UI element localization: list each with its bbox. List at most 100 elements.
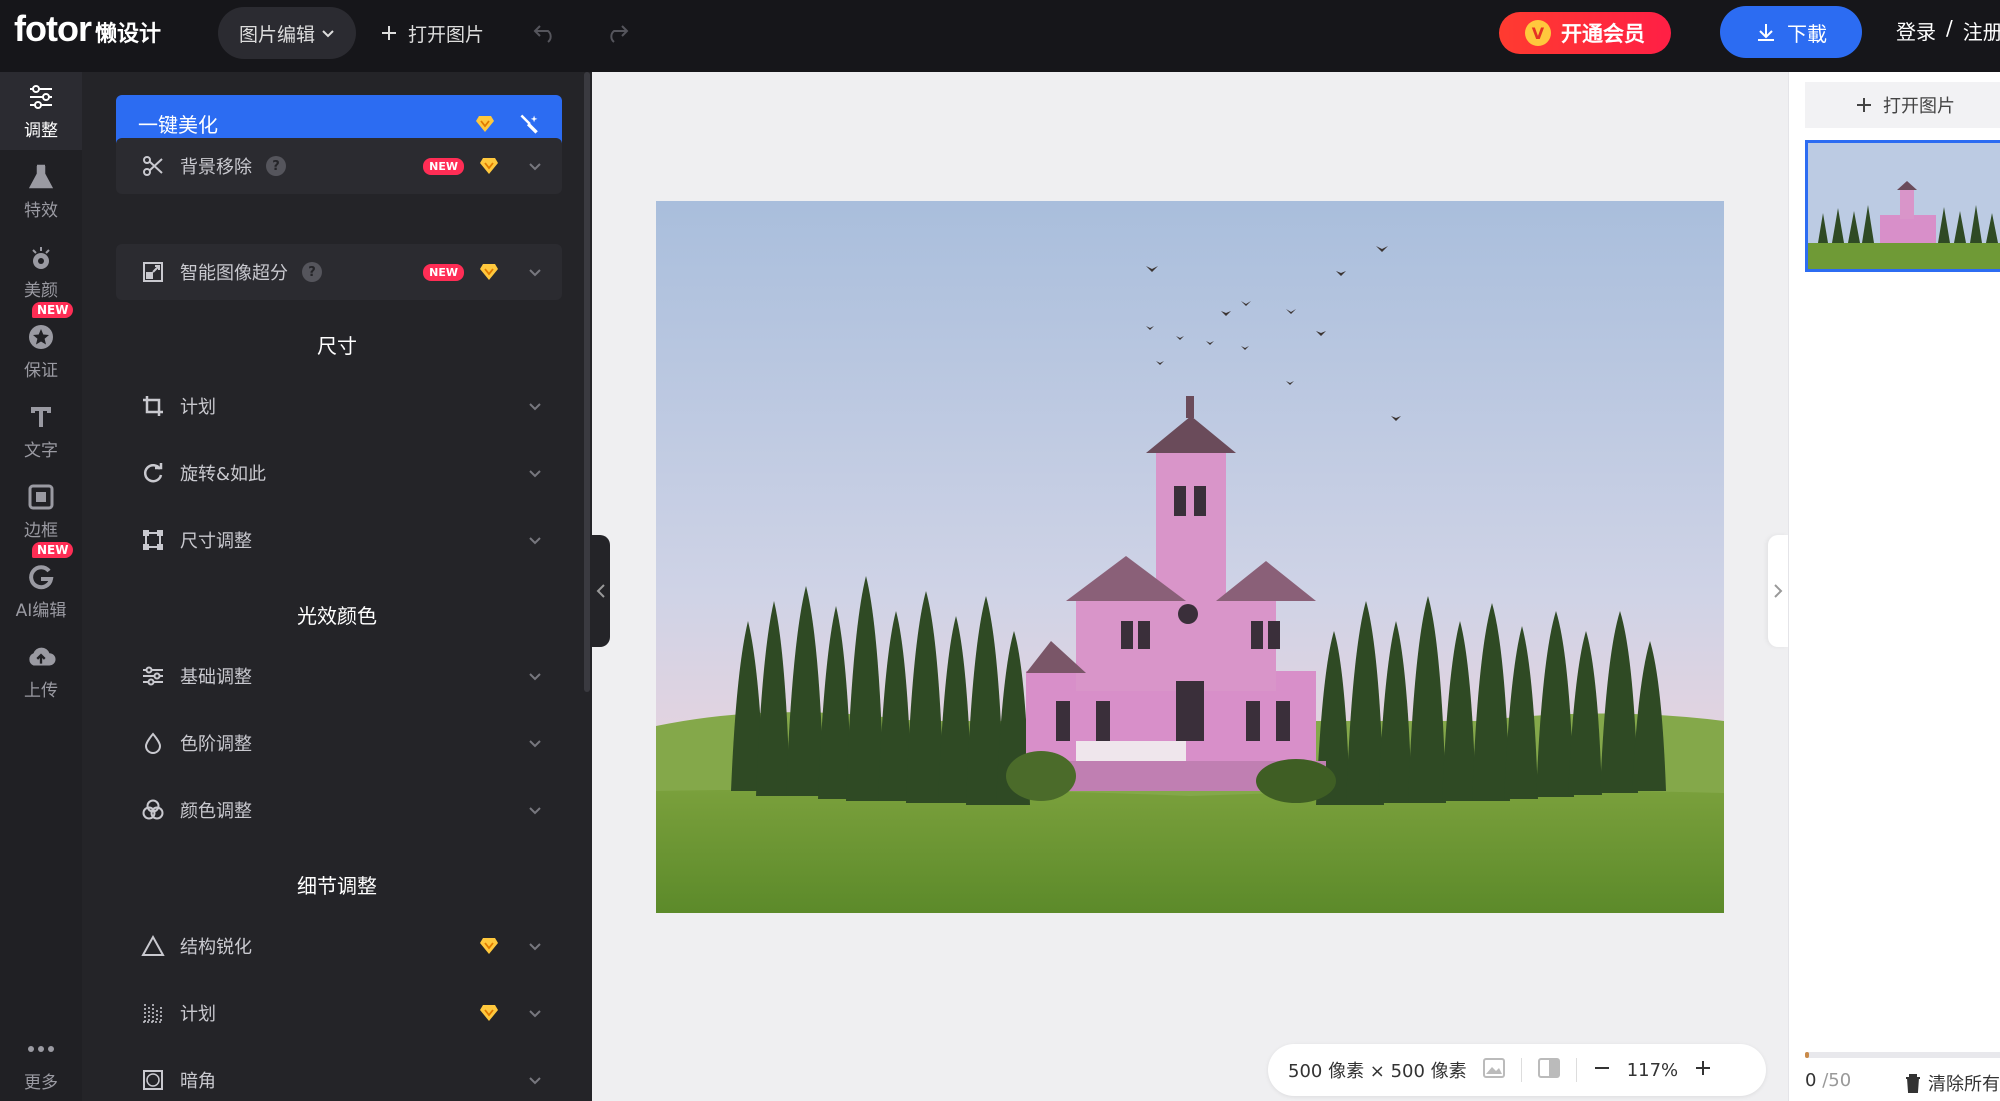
image-view-icon[interactable] xyxy=(1482,1057,1505,1083)
rail-item-adjust[interactable]: 调整 xyxy=(0,72,82,150)
login-link[interactable]: 登录 xyxy=(1896,16,1936,45)
chevron-down-icon xyxy=(526,937,544,955)
tool-row-rotate[interactable]: 旋转&如此 xyxy=(116,445,562,501)
frame-icon xyxy=(26,482,56,512)
undo-button[interactable] xyxy=(528,16,562,50)
open-image-button-right[interactable]: 打开图片 xyxy=(1805,82,2000,128)
image-count: 0 /50 xyxy=(1805,1070,1851,1091)
divider xyxy=(1520,1058,1522,1082)
left-tool-rail: 调整 特效 美颜 NEW 保证 文字 边框 NEW AI编辑 上传 更多 xyxy=(0,72,82,1101)
rail-item-frame[interactable]: 边框 xyxy=(0,472,82,550)
background-removal-label: 背景移除 xyxy=(180,157,252,178)
tool-label: 基础调整 xyxy=(180,667,252,688)
fotor-logo[interactable]: fotor 懒设计 xyxy=(14,8,161,56)
chevron-down-icon xyxy=(322,30,334,38)
auth-separator: / xyxy=(1946,16,1953,40)
tool-row-levels[interactable]: 色阶调整 xyxy=(116,715,562,771)
download-label: 下載 xyxy=(1787,21,1827,46)
new-badge: NEW xyxy=(32,542,74,558)
section-title-light-color: 光效颜色 xyxy=(297,604,377,628)
compare-icon[interactable] xyxy=(1537,1057,1560,1083)
chevron-down-icon xyxy=(526,1004,544,1022)
tool-row-vignette[interactable]: 暗角 xyxy=(116,1052,562,1101)
tool-label: 计划 xyxy=(180,397,216,418)
register-link[interactable]: 注册 xyxy=(1963,16,2000,45)
download-button[interactable]: 下載 xyxy=(1720,6,1862,58)
chevron-down-icon xyxy=(526,464,544,482)
triangle-icon xyxy=(140,933,166,959)
rail-item-beauty[interactable]: 美颜 xyxy=(0,232,82,310)
rail-item-upload[interactable]: 上传 xyxy=(0,632,82,710)
vip-diamond-icon: V xyxy=(1525,20,1551,46)
rail-label: 更多 xyxy=(24,1072,58,1093)
scissors-icon xyxy=(140,153,166,179)
upload-progress-bar xyxy=(1805,1052,2000,1058)
chevron-down-icon xyxy=(526,801,544,819)
tool-row-plan[interactable]: 计划 xyxy=(116,985,562,1041)
rail-label: 特效 xyxy=(24,200,58,221)
tool-row-sharpen[interactable]: 结构锐化 xyxy=(116,918,562,974)
plus-icon xyxy=(382,26,396,40)
vignette-icon xyxy=(140,1067,166,1093)
canvas-info-bar: 500 像素 × 500 像素 117% xyxy=(1268,1044,1766,1096)
rail-item-more[interactable]: 更多 xyxy=(0,1024,82,1101)
download-icon xyxy=(1758,24,1774,41)
new-tag: NEW xyxy=(423,263,464,281)
tool-row-basic-adjust[interactable]: 基础调整 xyxy=(116,648,562,704)
redo-button[interactable] xyxy=(600,16,634,50)
chevron-down-icon xyxy=(526,263,544,281)
edited-photo xyxy=(656,201,1724,913)
zoom-out-button[interactable] xyxy=(1593,1059,1611,1082)
rail-label: 调整 xyxy=(24,120,58,141)
tool-label: 旋转&如此 xyxy=(180,464,267,485)
zoom-in-button[interactable] xyxy=(1694,1059,1712,1082)
image-thumbnail[interactable] xyxy=(1805,140,2000,272)
background-removal-card[interactable]: 背景移除 ? NEW xyxy=(116,138,562,194)
panel-scrollbar[interactable] xyxy=(584,72,590,692)
premium-diamond-icon xyxy=(478,261,500,283)
image-list-panel: 打开图片 0 /50 xyxy=(1788,72,2000,1101)
tool-label: 尺寸调整 xyxy=(180,531,252,552)
tool-label: 暗角 xyxy=(180,1071,216,1092)
tool-row-resize[interactable]: 尺寸调整 xyxy=(116,512,562,568)
plus-icon xyxy=(1857,98,1871,112)
image-count-total: /50 xyxy=(1822,1070,1852,1091)
vip-membership-button[interactable]: V 开通会员 xyxy=(1499,12,1671,54)
chevron-right-icon xyxy=(1774,584,1783,598)
image-dimensions: 500 像素 × 500 像素 xyxy=(1288,1061,1467,1082)
tool-label: 计划 xyxy=(180,1004,216,1025)
sliders-icon xyxy=(26,82,56,112)
collapse-left-panel-button[interactable] xyxy=(592,535,610,647)
tool-label: 颜色调整 xyxy=(180,801,252,822)
chevron-left-icon xyxy=(596,584,605,598)
open-image-button[interactable]: 打开图片 xyxy=(380,16,484,50)
image-edit-menu-button[interactable]: 图片编辑 xyxy=(218,7,356,59)
rail-item-guarantee[interactable]: NEW 保证 xyxy=(0,302,82,390)
rotate-icon xyxy=(140,460,166,486)
top-bar: fotor 懒设计 图片编辑 打开图片 V 开通会员 下載 登录 / 注册 xyxy=(0,0,2000,72)
help-icon[interactable]: ? xyxy=(266,156,286,176)
clear-all-button[interactable]: 清除所有 xyxy=(1904,1070,2000,1096)
grain-icon xyxy=(140,1000,166,1026)
more-icon xyxy=(26,1034,56,1064)
upscale-icon xyxy=(140,259,166,285)
collapse-right-panel-button[interactable] xyxy=(1768,535,1788,647)
open-image-label: 打开图片 xyxy=(408,23,485,46)
rail-item-text[interactable]: 文字 xyxy=(0,392,82,470)
ai-upscale-card[interactable]: 智能图像超分 ? NEW xyxy=(116,244,562,300)
rail-item-ai-edit[interactable]: NEW AI编辑 xyxy=(0,542,82,630)
tool-row-color-adjust[interactable]: 颜色调整 xyxy=(116,782,562,838)
rail-label: 文字 xyxy=(24,440,58,461)
image-count-current: 0 xyxy=(1805,1070,1817,1091)
rail-item-effects[interactable]: 特效 xyxy=(0,152,82,230)
text-icon xyxy=(26,402,56,432)
ai-upscale-label: 智能图像超分 xyxy=(180,263,288,284)
tool-row-crop[interactable]: 计划 xyxy=(116,378,562,434)
image-canvas[interactable] xyxy=(656,201,1724,913)
help-icon[interactable]: ? xyxy=(302,262,322,282)
cloud-upload-icon xyxy=(26,642,56,672)
zoom-level: 117% xyxy=(1626,1059,1679,1081)
one-key-label: 一键美化 xyxy=(138,113,218,137)
eye-icon xyxy=(26,242,56,272)
ai-icon xyxy=(26,562,56,592)
